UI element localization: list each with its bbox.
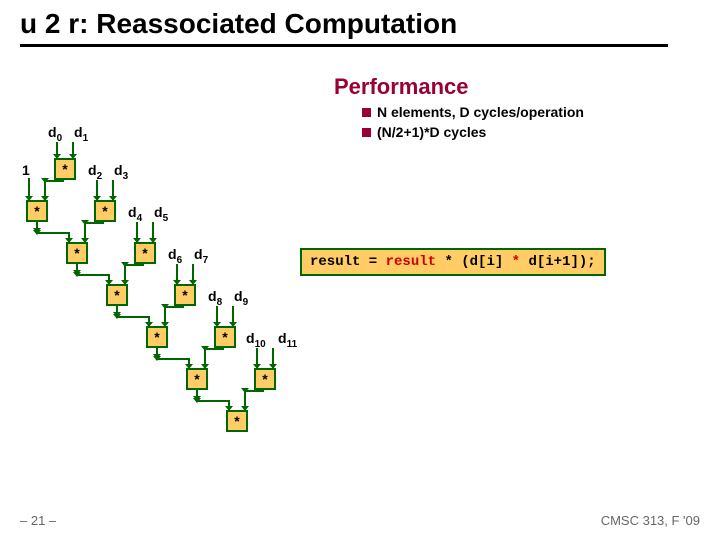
mul-node: *	[54, 158, 76, 180]
arrow	[232, 306, 234, 326]
bullet-1-text: N elements, D cycles/operation	[377, 104, 584, 120]
arrow-h	[116, 316, 148, 318]
arrow-h	[76, 274, 108, 276]
mul-node: *	[26, 200, 48, 222]
mul-node: *	[254, 368, 276, 390]
performance-heading: Performance	[334, 74, 469, 100]
d3-label: d3	[114, 162, 128, 182]
d11-label: d11	[278, 330, 297, 350]
mul-node: *	[94, 200, 116, 222]
mul-node: *	[66, 242, 88, 264]
arrow-h	[244, 390, 264, 392]
footer-course: CMSC 313, F '09	[601, 513, 700, 528]
mul-node: *	[226, 410, 248, 432]
title-underline	[20, 44, 668, 47]
mul-node: *	[106, 284, 128, 306]
arrow	[216, 306, 218, 326]
mul-node: *	[146, 326, 168, 348]
d9-label: d9	[234, 288, 248, 308]
arrow-h	[196, 400, 228, 402]
arrow	[204, 348, 206, 368]
arrow	[244, 390, 246, 410]
arrow	[192, 264, 194, 284]
arrow	[164, 306, 166, 326]
arrow	[148, 316, 150, 326]
d10-label: d10	[246, 330, 266, 350]
arrow	[84, 222, 86, 242]
d8-label: d8	[208, 288, 222, 308]
arrow	[112, 180, 114, 200]
arrow	[188, 358, 190, 368]
d7-label: d7	[194, 246, 208, 266]
d5-label: d5	[154, 204, 168, 224]
one-label: 1	[22, 162, 30, 178]
arrow	[72, 142, 74, 158]
arrow	[28, 178, 30, 200]
arrow	[256, 348, 258, 368]
arrow-h	[164, 306, 184, 308]
arrow	[108, 274, 110, 284]
arrow	[152, 222, 154, 242]
arrow	[124, 264, 126, 284]
footer-page-number: – 21 –	[20, 513, 56, 528]
computation-diagram: d0 d1 1 * d2 d3 * * d4 d5 * * d6 d7 * * …	[16, 108, 406, 488]
arrow	[136, 222, 138, 242]
arrow	[68, 232, 70, 242]
d6-label: d6	[168, 246, 182, 266]
arrow	[96, 180, 98, 200]
code-snippet: result = result * (d[i] * d[i+1]);	[300, 248, 606, 276]
arrow-h	[84, 222, 104, 224]
arrow	[228, 400, 230, 410]
d0-label: d0	[48, 124, 62, 144]
d2-label: d2	[88, 162, 102, 182]
arrow-h	[36, 232, 68, 234]
arrow-h	[156, 358, 188, 360]
arrow-h	[124, 264, 144, 266]
d4-label: d4	[128, 204, 142, 224]
arrow	[272, 348, 274, 368]
mul-node: *	[134, 242, 156, 264]
arrow-h	[204, 348, 224, 350]
arrow	[44, 180, 46, 200]
arrow	[56, 142, 58, 158]
arrow	[176, 264, 178, 284]
mul-node: *	[214, 326, 236, 348]
d1-label: d1	[74, 124, 88, 144]
mul-node: *	[186, 368, 208, 390]
page-title: u 2 r: Reassociated Computation	[20, 8, 457, 40]
arrow-h	[44, 180, 64, 182]
mul-node: *	[174, 284, 196, 306]
